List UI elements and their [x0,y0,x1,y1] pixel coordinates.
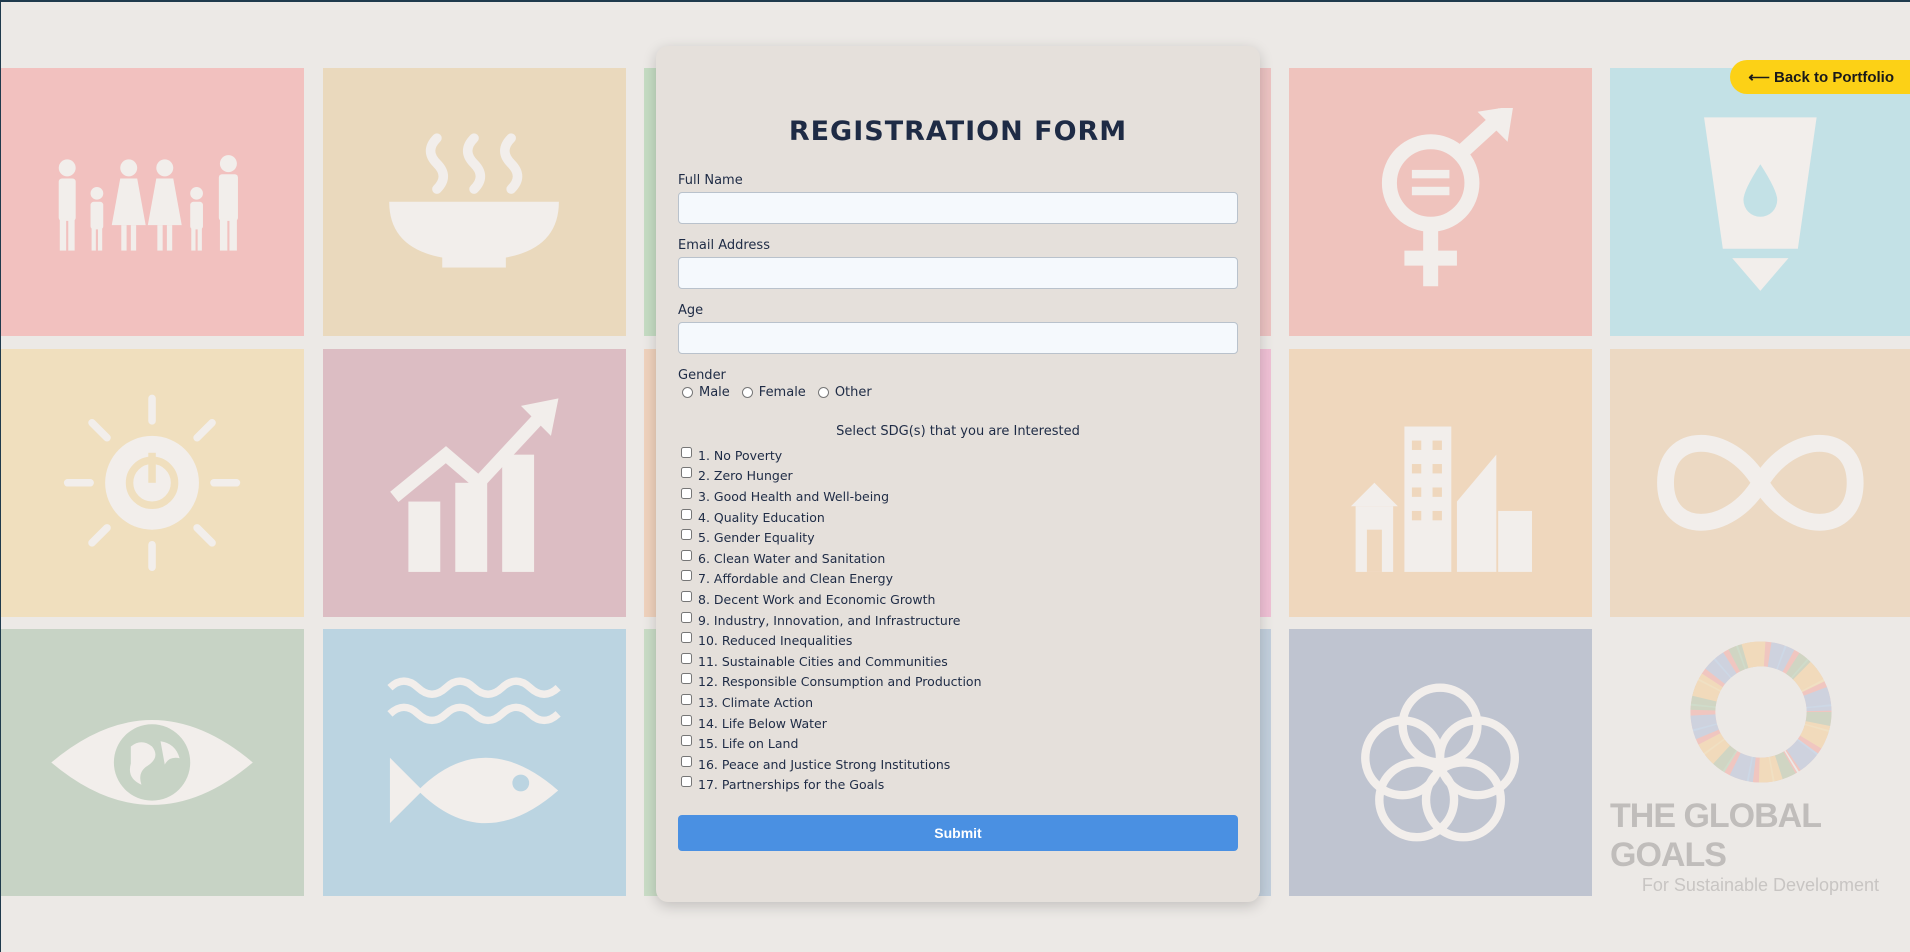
tile-responsible-consumption [1610,349,1910,617]
global-goals-logo-subtitle: For Sustainable Development [1641,875,1880,895]
sdg-checkbox[interactable] [681,508,692,520]
rings-partnership-icon [1361,683,1520,842]
sdg-checkbox[interactable] [681,446,692,458]
list-item[interactable]: 13. Climate Action [681,692,1238,713]
tile-climate-action [1,629,304,896]
tile-gender-equality [1289,68,1592,336]
list-item[interactable]: 4. Quality Education [681,507,1238,528]
water-glass-icon [1704,117,1817,292]
list-item[interactable]: 17. Partnerships for the Goals [681,775,1238,796]
sdg-checkbox[interactable] [681,755,692,767]
list-item[interactable]: 7. Affordable and Clean Energy [681,569,1238,590]
tile-no-poverty [1,68,304,336]
gender-option-male[interactable]: Male [682,385,730,400]
infinity-icon [1657,435,1864,531]
tile-sustainable-cities [1289,349,1592,617]
sdg-checkbox[interactable] [681,632,692,644]
list-item[interactable]: 12. Responsible Consumption and Producti… [681,672,1238,693]
sdg-checkbox[interactable] [681,570,692,582]
sdg-checkbox[interactable] [681,652,692,664]
sdg-checkbox[interactable] [681,529,692,541]
list-item[interactable]: 5. Gender Equality [681,527,1238,548]
age-label: Age [678,303,704,318]
list-item[interactable]: 6. Clean Water and Sanitation [681,548,1238,569]
tile-decent-work [323,349,626,617]
gender-option-female[interactable]: Female [741,385,806,400]
list-item[interactable]: 1. No Poverty [681,445,1238,466]
family-icon [59,155,239,251]
fish-waves-icon [387,677,562,824]
registration-form-card: REGISTRATION FORM Full Name Email Addres… [656,46,1260,902]
gender-label: Gender [678,368,726,383]
form-title: REGISTRATION FORM [788,116,1128,147]
list-item[interactable]: 11. Sustainable Cities and Communities [681,651,1238,672]
gender-radio-female[interactable] [741,387,753,398]
sdg-checkbox[interactable] [681,467,692,479]
sdg-checkbox[interactable] [681,735,692,747]
sdg-checkbox-list: 1. No Poverty 2. Zero Hunger 3. Good Hea… [681,445,1238,795]
global-goals-wheel-icon [1689,641,1832,783]
tile-partnerships [1289,629,1592,896]
tile-zero-hunger [323,68,626,336]
gender-radio-male[interactable] [682,387,693,398]
email-input[interactable] [678,257,1238,289]
list-item[interactable]: 10. Reduced Inequalities [681,630,1238,651]
gender-option-other[interactable]: Other [817,385,872,400]
list-item[interactable]: 16. Peace and Justice Strong Institution… [681,754,1238,775]
email-label: Email Address [678,238,770,253]
gender-radio-other[interactable] [817,387,829,398]
list-item[interactable]: 2. Zero Hunger [681,466,1238,487]
sdg-checkbox[interactable] [681,611,692,623]
list-item[interactable]: 9. Industry, Innovation, and Infrastruct… [681,610,1238,631]
list-item[interactable]: 15. Life on Land [681,733,1238,754]
tile-clean-energy [1,349,304,617]
tile-global-goals-logo: THE GLOBAL GOALS For Sustainable Develop… [1610,629,1910,896]
global-goals-logo-title: THE GLOBAL GOALS [1610,797,1821,874]
sdg-checkbox[interactable] [681,673,692,685]
full-name-input[interactable] [678,192,1238,224]
sdg-checkbox[interactable] [681,776,692,788]
submit-button[interactable]: Submit [678,815,1238,852]
soup-bowl-icon [389,133,560,268]
list-item[interactable]: 8. Decent Work and Economic Growth [681,589,1238,610]
sdg-checkbox[interactable] [681,549,692,561]
sdg-checkbox[interactable] [681,693,692,705]
gender-equality-icon [1382,108,1514,287]
full-name-label: Full Name [678,173,743,188]
sun-power-icon [64,394,241,572]
sdg-checkbox[interactable] [681,590,692,602]
growth-chart-icon [390,398,559,573]
tile-life-below-water [323,629,626,896]
gender-options: Male Female Other [682,385,1238,400]
back-to-portfolio-button[interactable]: ⟵ Back to Portfolio [1730,60,1910,94]
sdg-heading: Select SDG(s) that you are Interested [836,424,1080,439]
list-item[interactable]: 14. Life Below Water [681,713,1238,734]
city-buildings-icon [1351,426,1533,573]
earth-eye-icon [51,720,254,805]
list-item[interactable]: 3. Good Health and Well-being [681,486,1238,507]
age-input[interactable] [678,322,1238,354]
sdg-checkbox[interactable] [681,714,692,726]
sdg-checkbox[interactable] [681,487,692,499]
tile-clean-water [1610,68,1910,336]
